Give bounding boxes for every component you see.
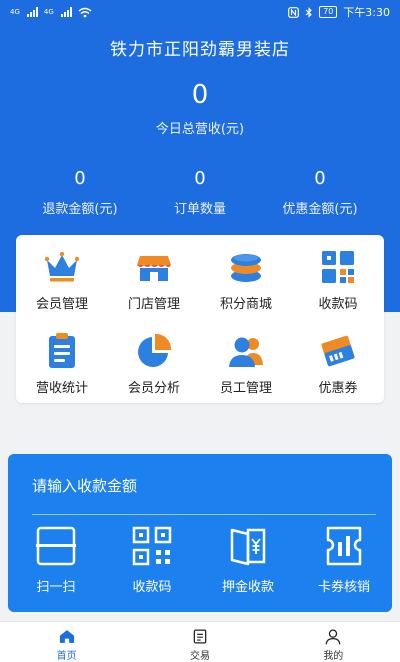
today-revenue-label: 今日总营收(元) [155,122,245,137]
qr-code-button[interactable]: 收款码 [104,524,200,595]
tab-label: 我的 [323,651,344,662]
tab-home[interactable]: 首页 [0,622,133,662]
action-label: 押金收款 [221,580,274,595]
stat-discount: 0 优惠金额(元) [240,168,400,217]
payment-actions: 扫一扫 收款码 押金收款 卡券核销 [8,524,392,595]
staff-icon [229,337,263,367]
battery-level: 70 [319,6,338,18]
bottom-tab-bar: 首页 交易 我的 [0,621,400,662]
nfc-icon [288,6,300,18]
menu-item-label: 收款码 [318,297,358,312]
function-menu-card: 会员管理 门店管理 积分商城 收款码 营收统计 会员分析 员工管理 优惠券 [16,235,384,403]
qr-code-icon [132,526,172,566]
stat-value: 0 [194,168,206,189]
user-icon [325,629,341,645]
qr-grid-icon [322,251,354,283]
menu-item-staff-management[interactable]: 员工管理 [200,319,292,403]
ticket-icon [326,526,362,566]
clock: 下午3:30 [343,6,390,19]
status-bar: 4G 4G 70 下午3:30 [0,0,400,24]
scan-button[interactable]: 扫一扫 [8,524,104,595]
menu-item-member-management[interactable]: 会员管理 [16,235,108,319]
stat-value: 0 [314,168,326,189]
crown-icon [44,251,80,282]
action-label: 收款码 [132,580,172,595]
home-icon [59,630,74,643]
menu-item-store-management[interactable]: 门店管理 [108,235,200,319]
status-right: 70 下午3:30 [288,4,390,20]
tab-mine[interactable]: 我的 [267,622,400,662]
menu-item-coupons[interactable]: 优惠券 [292,319,384,403]
pie-chart-icon [138,333,172,367]
store-icon [137,256,171,281]
menu-item-label: 会员分析 [127,381,180,396]
store-name: 铁力市正阳劲霸男装店 [110,40,290,60]
signal-icon [26,7,38,17]
coin-stack-icon [231,254,261,282]
today-revenue-value: 0 [191,80,209,110]
stat-label: 订单数量 [173,202,226,217]
menu-item-label: 积分商城 [219,297,272,312]
menu-item-label: 门店管理 [127,297,180,312]
signal-icon [60,7,72,17]
coupon-icon [321,335,355,367]
network-type-1: 4G [10,8,20,16]
clipboard-icon [49,333,75,368]
menu-item-label: 员工管理 [219,381,272,396]
stat-label: 退款金额(元) [42,202,118,217]
status-left: 4G 4G [10,7,92,18]
stat-refund: 0 退款金额(元) [0,168,160,217]
menu-item-label: 会员管理 [35,297,88,312]
menu-item-label: 营收统计 [35,381,88,396]
payment-panel: 请输入收款金额 扫一扫 收款码 押金收款 卡券核销 [8,454,392,612]
amount-input[interactable]: 请输入收款金额 [32,470,376,515]
tab-label: 首页 [56,651,77,662]
stat-label: 优惠金额(元) [282,202,358,217]
network-type-2: 4G [43,8,54,16]
tab-transactions[interactable]: 交易 [133,622,266,662]
bluetooth-icon [305,6,312,18]
deposit-icon [230,528,266,566]
stat-orders: 0 订单数量 [160,168,240,217]
stat-value: 0 [74,168,86,189]
menu-item-points-mall[interactable]: 积分商城 [200,235,292,319]
wifi-icon [78,7,92,17]
menu-item-label: 优惠券 [318,381,358,396]
action-label: 扫一扫 [36,580,76,595]
scan-icon [36,526,76,566]
menu-item-payment-code[interactable]: 收款码 [292,235,384,319]
stats-row: 0 退款金额(元) 0 订单数量 0 优惠金额(元) [0,168,400,217]
menu-item-member-analysis[interactable]: 会员分析 [108,319,200,403]
tab-label: 交易 [189,651,210,662]
document-icon [193,629,207,644]
menu-item-revenue-stats[interactable]: 营收统计 [16,319,108,403]
deposit-button[interactable]: 押金收款 [200,524,296,595]
ticket-button[interactable]: 卡券核销 [296,524,392,595]
action-label: 卡券核销 [317,580,370,595]
